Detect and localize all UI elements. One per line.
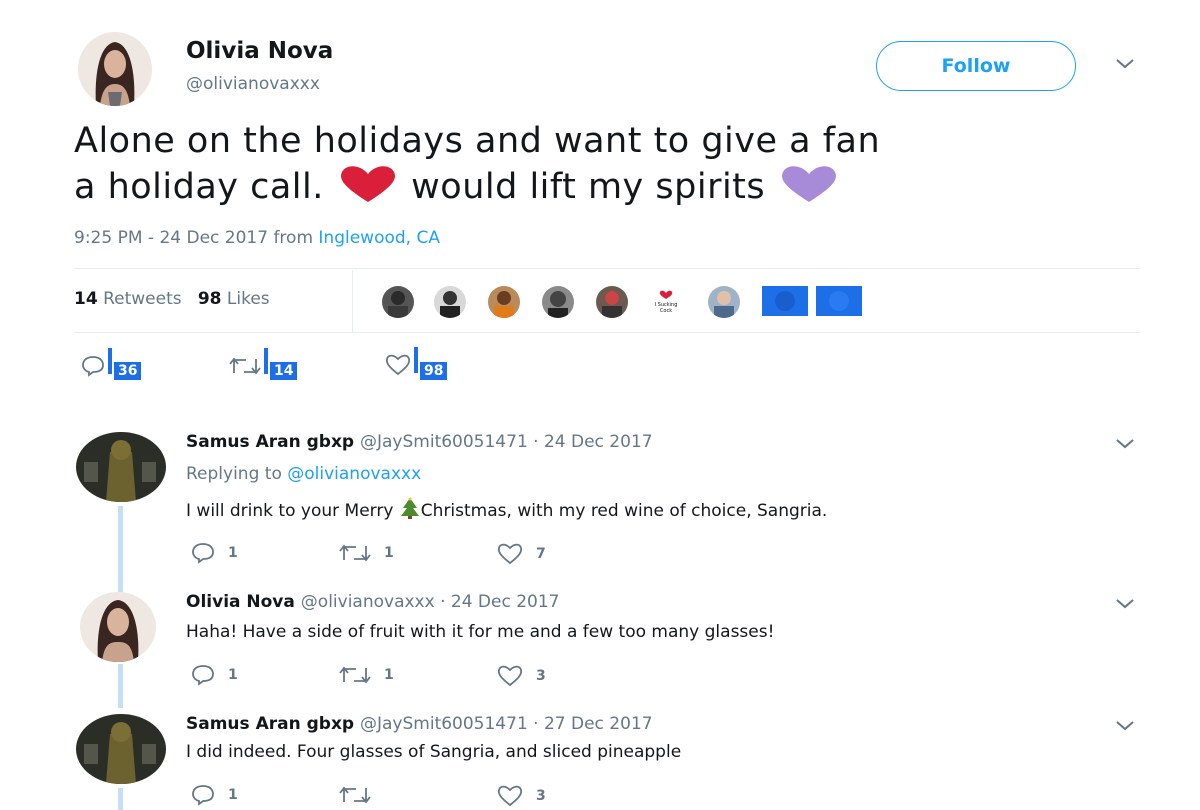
reply-avatar[interactable] [76, 714, 166, 784]
tweet-location-link[interactable]: Inglewood, CA [318, 228, 440, 248]
reply-handle-meta: @olivianovaxxx · 24 Dec 2017 [300, 592, 560, 612]
follow-button[interactable]: Follow [876, 41, 1076, 91]
replying-to: Replying to @olivianovaxxx [186, 464, 422, 484]
liker-avatar[interactable] [708, 286, 740, 318]
liker-avatar[interactable] [816, 286, 862, 316]
reply-handle-meta: @JaySmit60051471 · 24 Dec 2017 [360, 432, 653, 452]
tweet-text-line-2: a holiday call. would lift my spirits [74, 164, 1154, 216]
reply-text: I will drink to your Merry Christmas, wi… [186, 497, 827, 524]
divider [74, 268, 1140, 269]
highlight-bar [108, 348, 112, 374]
like-action[interactable]: 98 [384, 347, 448, 380]
stats-divider [352, 270, 353, 332]
reply-handle-meta: @JaySmit60051471 · 27 Dec 2017 [360, 714, 653, 734]
replying-to-link[interactable]: @olivianovaxxx [287, 464, 421, 484]
liker-avatar[interactable] [596, 286, 628, 318]
liker-avatar[interactable] [762, 286, 808, 316]
red-heart-icon [336, 164, 400, 216]
retweets-stat[interactable]: 14 Retweets [74, 289, 182, 309]
reply-avatar[interactable] [76, 432, 166, 502]
reply-author[interactable]: Samus Aran gbxp @JaySmit60051471 · 24 De… [186, 432, 653, 452]
tweet-timestamp: 9:25 PM - 24 Dec 2017 from Inglewood, CA [74, 228, 440, 248]
heart-outline-icon [497, 785, 523, 807]
author-handle[interactable]: @olivianovaxxx [186, 74, 320, 94]
tweet-time[interactable]: 9:25 PM - 24 Dec 2017 from [74, 228, 313, 248]
reply-text: I did indeed. Four glasses of Sangria, a… [186, 742, 682, 762]
thread-line [118, 506, 123, 592]
tweet-text: Alone on the holidays and want to give a… [74, 118, 1154, 216]
thread-line [118, 664, 123, 708]
heart-outline-icon [497, 543, 523, 565]
reply-icon [82, 356, 104, 377]
reply-icon [192, 665, 214, 686]
liker-avatar[interactable] [542, 286, 574, 318]
reply-author[interactable]: Samus Aran gbxp @JaySmit60051471 · 27 De… [186, 714, 653, 734]
liker-avatar[interactable] [434, 286, 466, 318]
reply-reply-action[interactable]: 1 [190, 542, 238, 564]
reply-text: Haha! Have a side of fruit with it for m… [186, 622, 775, 642]
chevron-down-icon[interactable] [1114, 718, 1136, 737]
reply-icon [192, 543, 214, 564]
reply-like-action[interactable]: 3 [496, 784, 546, 808]
retweet-icon [339, 544, 371, 562]
heart-outline-icon [497, 665, 523, 687]
christmas-tree-icon [399, 497, 421, 524]
reply-count: 36 [114, 362, 142, 380]
retweet-icon [339, 666, 371, 684]
retweet-count: 14 [270, 362, 298, 380]
likes-stat[interactable]: 98 Likes [198, 289, 270, 309]
tweet-text-line-1: Alone on the holidays and want to give a… [74, 121, 881, 161]
tweet-stats: 14 Retweets 98 Likes [74, 289, 270, 309]
retweet-action[interactable]: 14 [228, 348, 298, 380]
reply-retweet-action[interactable]: 1 [338, 542, 394, 564]
reply-reply-action[interactable]: 1 [190, 784, 238, 806]
reply-avatar[interactable] [80, 592, 156, 662]
tweet-text-part-b: would lift my spirits [411, 167, 766, 207]
liker-sticker-text: I Sucking Cock [654, 302, 678, 314]
purple-heart-icon [777, 164, 841, 216]
reply-like-action[interactable]: 7 [496, 542, 546, 566]
reply-retweet-action[interactable] [338, 784, 384, 806]
reply-icon [192, 785, 214, 806]
retweet-icon [339, 786, 371, 804]
heart-outline-icon [385, 354, 411, 376]
retweet-icon [229, 357, 261, 375]
tweet-text-part-a: a holiday call. [74, 167, 324, 207]
reply-action[interactable]: 36 [80, 348, 142, 380]
reply-author[interactable]: Olivia Nova @olivianovaxxx · 24 Dec 2017 [186, 592, 560, 612]
highlight-bar [414, 347, 418, 373]
chevron-down-icon[interactable] [1114, 56, 1136, 75]
chevron-down-icon[interactable] [1114, 596, 1136, 615]
reply-reply-action[interactable]: 1 [190, 664, 238, 686]
thread-line [118, 788, 123, 810]
liker-avatar[interactable] [488, 286, 520, 318]
highlight-bar [264, 348, 268, 374]
like-count: 98 [420, 362, 448, 380]
author-avatar[interactable] [78, 32, 152, 106]
reply-retweet-action[interactable]: 1 [338, 664, 394, 686]
reply-like-action[interactable]: 3 [496, 664, 546, 688]
chevron-down-icon[interactable] [1114, 436, 1136, 455]
author-name[interactable]: Olivia Nova [186, 38, 333, 64]
divider [74, 332, 1140, 333]
liker-avatar[interactable] [382, 286, 414, 318]
liker-avatar-sticker[interactable]: I Sucking Cock [650, 286, 682, 318]
